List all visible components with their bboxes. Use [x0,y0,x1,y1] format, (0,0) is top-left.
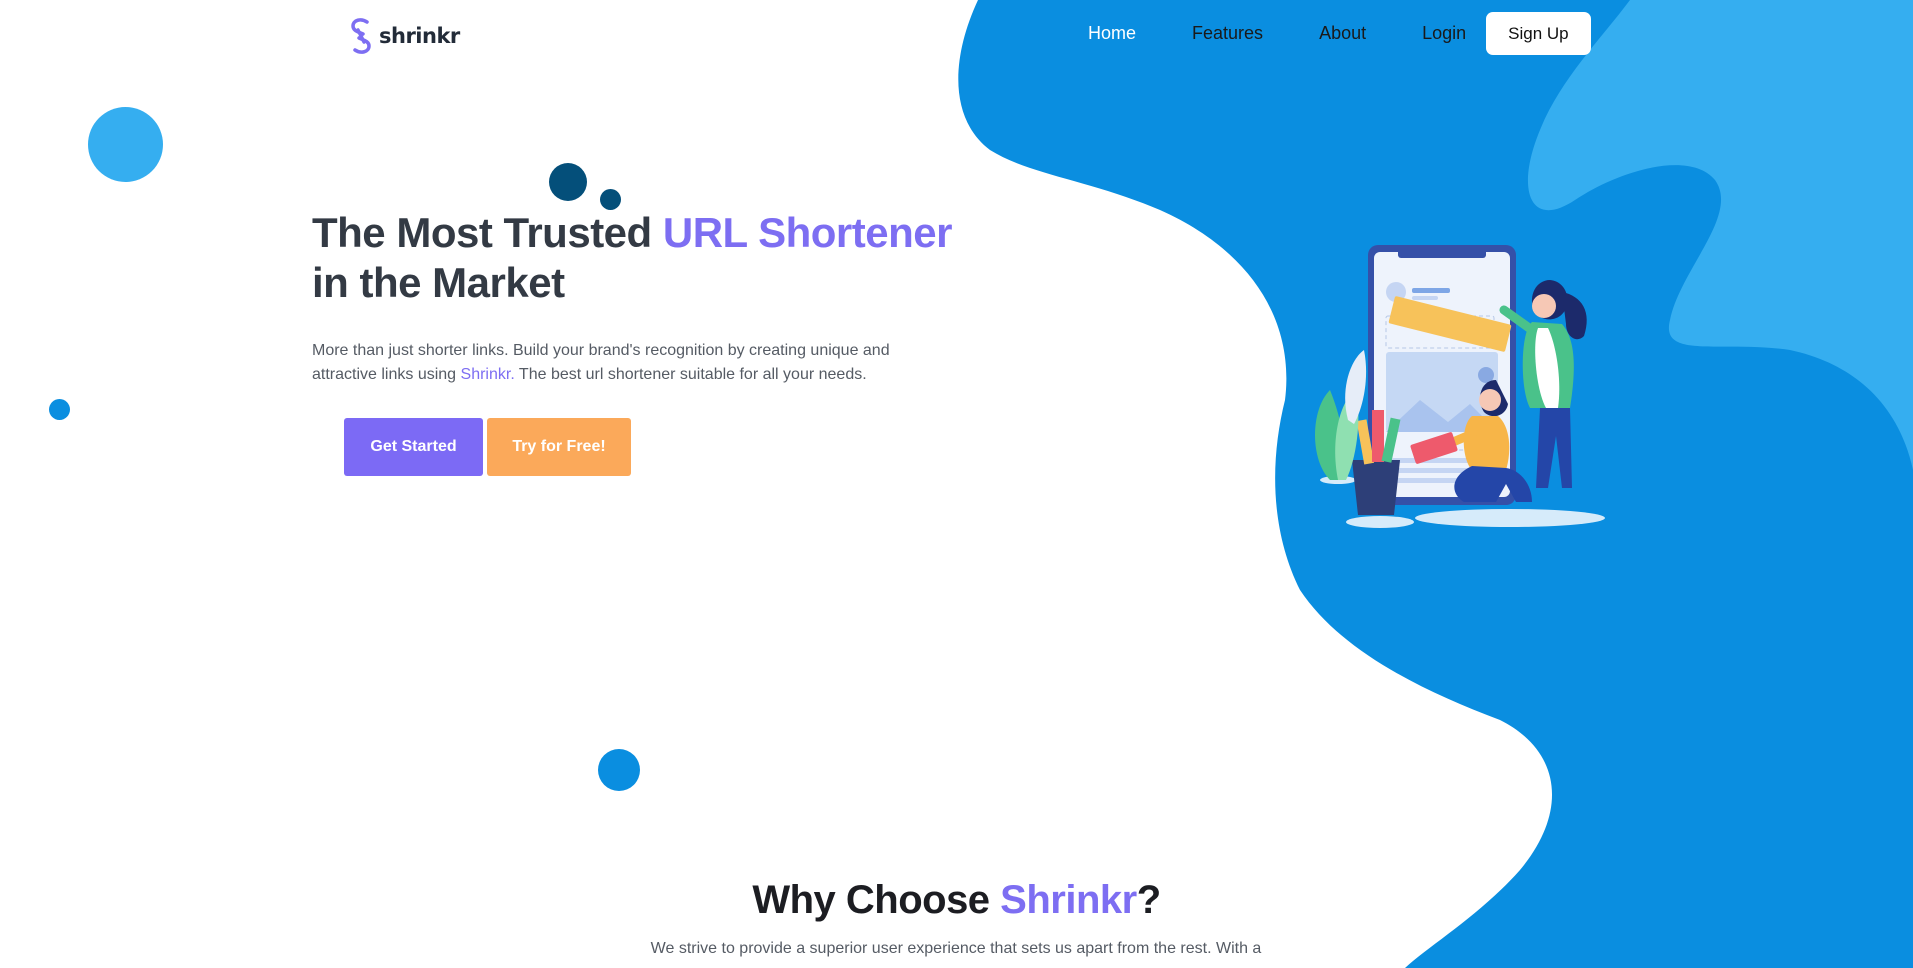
try-for-free-button[interactable]: Try for Free! [487,418,631,476]
logo-text: shrinkr [379,24,460,48]
hero-buttons: Get Started Try for Free! [344,418,631,476]
why-title-part1: Why Choose [752,878,1001,922]
hero-desc-part2: The best url shortener suitable for all … [514,366,867,383]
signup-button[interactable]: Sign Up [1486,12,1591,55]
hero-title-accent: URL Shortener [662,209,953,256]
decorative-dot [549,163,587,201]
logo-link[interactable]: shrinkr [349,18,460,54]
hero-illustration [1315,245,1605,528]
chain-link-icon [351,18,371,54]
decorative-dot [600,189,621,210]
nav-link-login[interactable]: Login [1422,23,1466,44]
why-choose-title: Why Choose Shrinkr? [0,878,1913,923]
main-nav: Home Features About Login Sign Up [1064,12,1591,55]
decorative-dot [598,749,640,791]
why-title-part2: ? [1136,878,1161,922]
hero-desc-brand: Shrinkr. [460,366,515,383]
why-title-accent: Shrinkr [1000,878,1137,922]
hero-title: The Most Trusted URL Shortener in the Ma… [312,208,992,308]
get-started-button[interactable]: Get Started [344,418,483,476]
why-choose-description: We strive to provide a superior user exp… [650,940,1262,957]
nav-link-features[interactable]: Features [1192,23,1263,44]
landing-page: shrinkr Home Features About Login Sign U… [0,0,1913,968]
hero-background-blob [958,0,1913,968]
hero-description: More than just shorter links. Build your… [312,339,932,387]
hero-title-part2: in the Market [312,259,565,306]
decorative-dot [49,399,70,420]
nav-link-about[interactable]: About [1319,23,1366,44]
hero-title-part1: The Most Trusted [312,209,663,256]
decorative-dot [88,107,163,182]
nav-link-home[interactable]: Home [1088,23,1136,44]
